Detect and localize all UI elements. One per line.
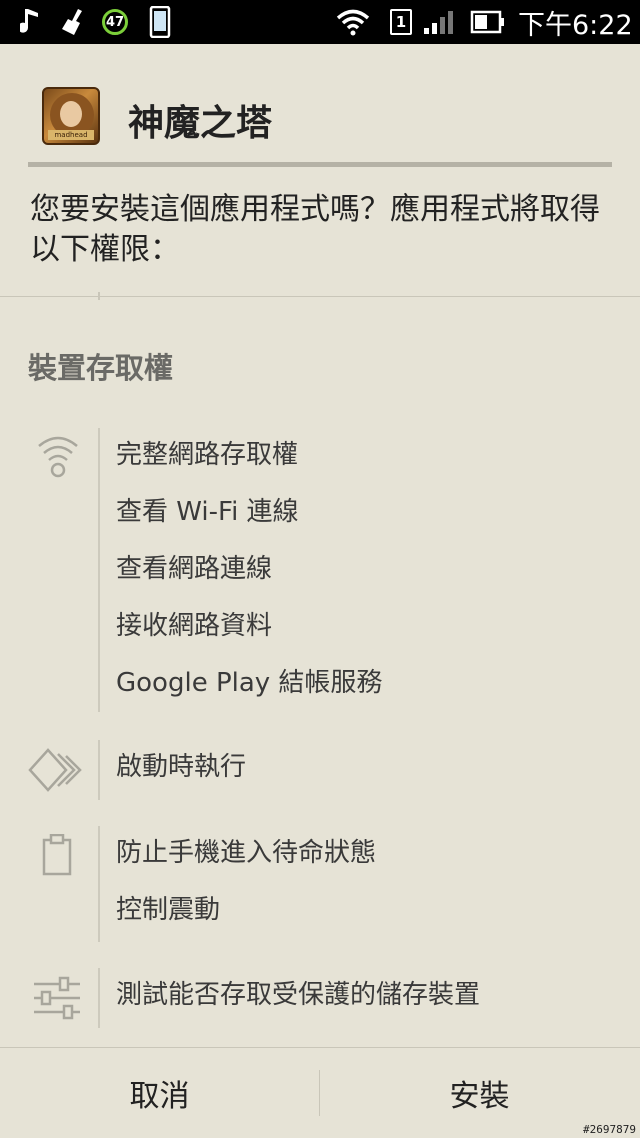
group-line bbox=[98, 968, 100, 1028]
status-bar: 47 1 下午6:22 bbox=[0, 0, 640, 44]
sim-icon: 1 bbox=[390, 0, 412, 44]
group-line bbox=[98, 740, 100, 800]
app-icon: madhead bbox=[42, 87, 100, 145]
permission-group-device: 防止手機進入待命狀態 控制震動 bbox=[0, 826, 640, 942]
group-line bbox=[98, 428, 100, 712]
battery-saver-icon: 47 bbox=[102, 0, 128, 44]
permission-item: 接收網路資料 bbox=[116, 611, 273, 641]
group-line bbox=[98, 826, 100, 942]
permission-group-network: 完整網路存取權 查看 Wi-Fi 連線 查看網路連線 接收網路資料 Google… bbox=[0, 428, 640, 718]
sliders-icon bbox=[32, 974, 82, 1026]
divider-tick bbox=[98, 292, 100, 300]
divider bbox=[0, 296, 640, 297]
startup-arrows-icon bbox=[28, 748, 88, 796]
permission-item: 查看 Wi-Fi 連線 bbox=[116, 497, 299, 527]
section-title: 裝置存取權 bbox=[28, 351, 174, 385]
battery-icon bbox=[470, 0, 506, 44]
permission-item: 控制震動 bbox=[116, 895, 221, 925]
permission-group-startup: 啟動時執行 bbox=[0, 740, 640, 800]
permission-item: Google Play 結帳服務 bbox=[116, 668, 383, 698]
clipboard-icon bbox=[42, 833, 72, 880]
phone-icon bbox=[149, 0, 171, 44]
sim-slot-text: 1 bbox=[390, 9, 412, 35]
title-divider bbox=[28, 162, 612, 167]
install-question: 您要安裝這個應用程式嗎？應用程式將取得以下權限： bbox=[30, 192, 600, 267]
music-icon bbox=[20, 0, 42, 44]
permission-item: 查看網路連線 bbox=[116, 554, 273, 584]
cleaner-icon bbox=[60, 0, 88, 44]
clock: 下午6:22 bbox=[518, 9, 633, 41]
permission-group-storage: 測試能否存取受保護的儲存裝置 bbox=[0, 968, 640, 1028]
app-icon-label: madhead bbox=[48, 130, 94, 140]
permission-item: 啟動時執行 bbox=[116, 752, 247, 782]
wifi-icon bbox=[336, 0, 370, 44]
cancel-button[interactable]: 取消 bbox=[0, 1048, 319, 1138]
signal-icon bbox=[422, 0, 456, 44]
permission-item: 防止手機進入待命狀態 bbox=[116, 838, 377, 868]
battery-level-text: 47 bbox=[102, 9, 128, 35]
app-title: 神魔之塔 bbox=[128, 103, 273, 144]
watermark: #2697879 bbox=[583, 1123, 636, 1136]
permission-item: 完整網路存取權 bbox=[116, 440, 299, 470]
permission-item: 測試能否存取受保護的儲存裝置 bbox=[116, 980, 481, 1010]
wifi-icon bbox=[36, 434, 80, 486]
